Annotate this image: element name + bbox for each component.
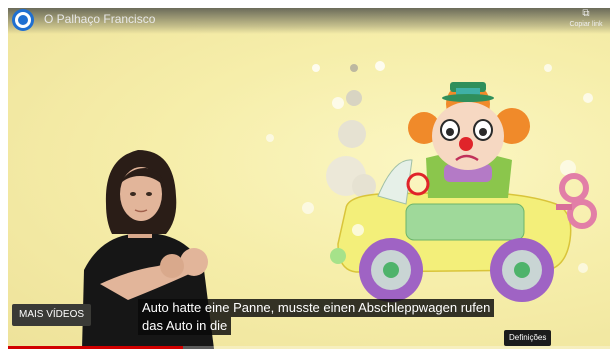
- bubble: [375, 61, 385, 71]
- copy-link-label: Copiar link: [569, 21, 603, 28]
- copy-icon: ⧉: [582, 8, 590, 19]
- captions: Auto hatte eine Panne, musste einen Absc…: [138, 299, 495, 335]
- copy-link-button[interactable]: ⧉ Copiar link: [566, 8, 606, 29]
- channel-logo-icon[interactable]: [12, 9, 34, 31]
- player-top-bar: O Palhaço Francisco ⧉ Copiar link: [8, 8, 610, 34]
- bubble: [266, 134, 274, 142]
- bubble: [302, 202, 314, 214]
- bubble: [583, 93, 593, 103]
- bubble: [544, 64, 552, 72]
- bubble: [578, 263, 588, 273]
- exhaust-smoke: [326, 64, 376, 198]
- caption-line: das Auto in die: [138, 317, 232, 335]
- more-videos-button[interactable]: MAIS VÍDEOS: [12, 304, 92, 326]
- front-wheel: [359, 238, 423, 302]
- bubble: [312, 64, 320, 72]
- video-frame: [82, 61, 597, 349]
- bubble: [332, 97, 344, 109]
- clown: [406, 82, 530, 198]
- settings-button[interactable]: Definições: [504, 330, 552, 346]
- rear-wheel: [490, 238, 554, 302]
- video-player[interactable]: O Palhaço Francisco ⧉ Copiar link MAIS V…: [8, 8, 610, 349]
- caption-line: Auto hatte eine Panne, musste einen Absc…: [138, 299, 495, 317]
- video-title[interactable]: O Palhaço Francisco: [44, 12, 155, 26]
